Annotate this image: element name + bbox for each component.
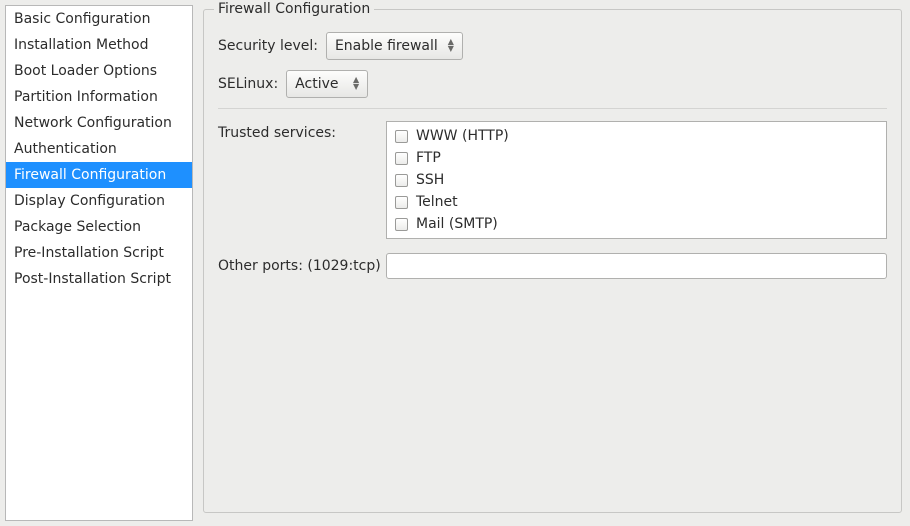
checkbox-icon[interactable] [395,218,408,231]
service-ssh[interactable]: SSH [387,169,886,191]
selinux-value: Active [295,76,338,92]
service-label: SSH [416,172,444,188]
updown-icon: ▲▼ [448,39,454,53]
sidebar-item-boot-loader-options[interactable]: Boot Loader Options [6,58,192,84]
sidebar-item-firewall-configuration[interactable]: Firewall Configuration [6,162,192,188]
service-label: FTP [416,150,441,166]
security-level-label: Security level: [218,38,318,54]
updown-icon: ▲▼ [353,77,359,91]
service-label: WWW (HTTP) [416,128,509,144]
service-telnet[interactable]: Telnet [387,191,886,213]
group-title: Firewall Configuration [214,1,374,17]
sidebar-item-basic-configuration[interactable]: Basic Configuration [6,6,192,32]
service-label: Mail (SMTP) [416,216,498,232]
selinux-label: SELinux: [218,76,278,92]
sidebar-item-installation-method[interactable]: Installation Method [6,32,192,58]
security-level-row: Security level: Enable firewall ▲▼ [218,32,887,60]
sidebar-item-display-configuration[interactable]: Display Configuration [6,188,192,214]
checkbox-icon[interactable] [395,152,408,165]
service-www-http[interactable]: WWW (HTTP) [387,125,886,147]
security-level-combo[interactable]: Enable firewall ▲▼ [326,32,463,60]
trusted-services-list: WWW (HTTP) FTP SSH Telnet [386,121,887,239]
security-level-value: Enable firewall [335,38,438,54]
app-root: Basic Configuration Installation Method … [0,0,910,526]
sidebar-item-network-configuration[interactable]: Network Configuration [6,110,192,136]
other-ports-label: Other ports: (1029:tcp) [218,258,386,274]
service-label: Telnet [416,194,458,210]
main-panel: Firewall Configuration Security level: E… [193,0,910,526]
other-ports-input[interactable] [386,253,887,279]
trusted-services-section: Trusted services: WWW (HTTP) FTP SSH [218,121,887,239]
separator [218,108,887,109]
sidebar: Basic Configuration Installation Method … [5,5,193,521]
checkbox-icon[interactable] [395,196,408,209]
sidebar-item-partition-information[interactable]: Partition Information [6,84,192,110]
selinux-combo[interactable]: Active ▲▼ [286,70,368,98]
other-ports-row: Other ports: (1029:tcp) [218,253,887,279]
checkbox-icon[interactable] [395,174,408,187]
sidebar-item-post-installation-script[interactable]: Post-Installation Script [6,266,192,292]
selinux-row: SELinux: Active ▲▼ [218,70,887,98]
service-mail-smtp[interactable]: Mail (SMTP) [387,213,886,235]
trusted-services-label: Trusted services: [218,121,386,141]
sidebar-item-authentication[interactable]: Authentication [6,136,192,162]
service-ftp[interactable]: FTP [387,147,886,169]
sidebar-item-pre-installation-script[interactable]: Pre-Installation Script [6,240,192,266]
checkbox-icon[interactable] [395,130,408,143]
firewall-groupbox: Firewall Configuration Security level: E… [203,9,902,513]
sidebar-item-package-selection[interactable]: Package Selection [6,214,192,240]
